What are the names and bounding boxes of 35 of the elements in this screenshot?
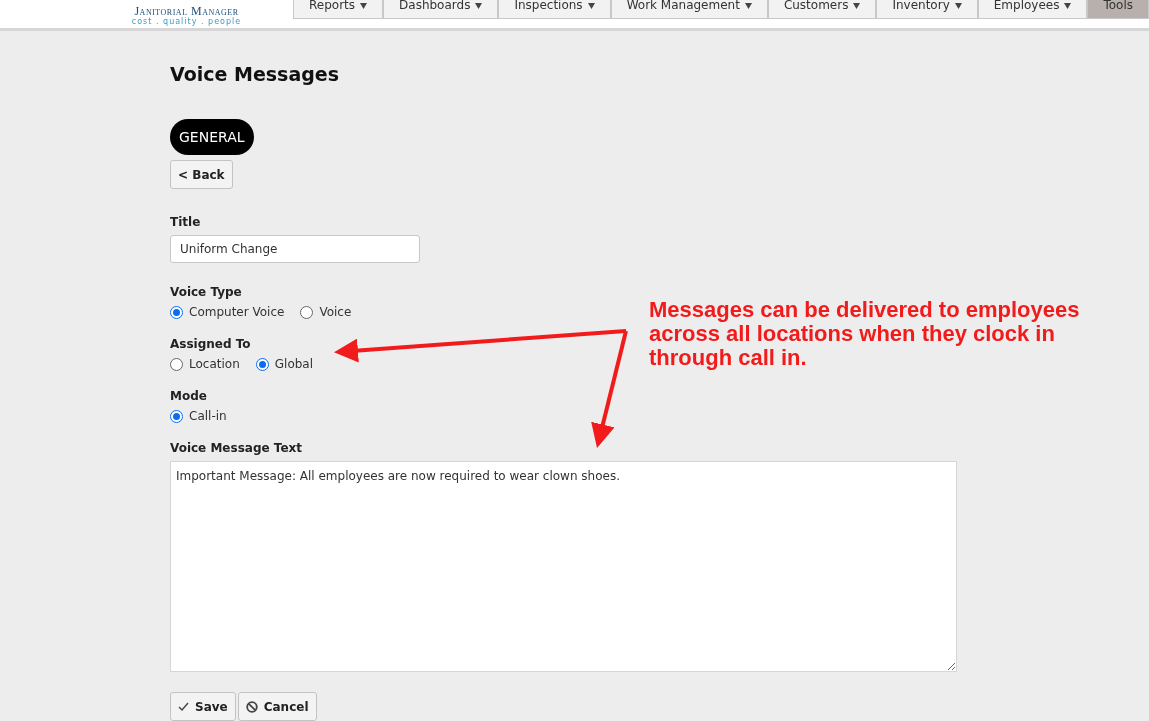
back-button[interactable]: < Back <box>170 160 233 189</box>
nav-tab[interactable]: Reports <box>293 0 384 19</box>
nav-tab[interactable]: Inventory <box>876 0 978 19</box>
radio-button[interactable] <box>255 357 269 371</box>
radio-label: Call-in <box>189 409 227 423</box>
field-label: Voice Type <box>170 284 242 301</box>
field-label: Assigned To <box>170 336 251 353</box>
radio-button[interactable] <box>300 305 314 319</box>
radio-label: Global <box>274 357 314 371</box>
nav-tab[interactable]: Dashboards <box>383 0 499 19</box>
field-label: Title <box>170 214 201 231</box>
radio-label: Computer Voice <box>189 305 285 319</box>
section-tab[interactable]: GENERAL <box>170 119 254 155</box>
field-label: Mode <box>170 388 207 405</box>
title-input[interactable]: Uniform Change <box>170 235 420 263</box>
logo-title: Janitorial Manager <box>134 5 239 17</box>
check-icon <box>178 702 189 711</box>
logo-tagline: cost . quality . people <box>131 17 242 27</box>
page-title: Voice Messages <box>170 62 340 87</box>
radio-button[interactable] <box>170 305 183 319</box>
cancel-button[interactable]: Cancel <box>237 692 317 721</box>
nav-tab[interactable]: Employees <box>977 0 1088 19</box>
radio-label: Voice <box>319 305 352 319</box>
radio-button[interactable] <box>170 357 183 371</box>
nav-tab[interactable]: Customers <box>767 0 877 19</box>
nav-tab[interactable]: Inspections <box>498 0 611 19</box>
save-button[interactable]: Save <box>170 692 236 721</box>
message-textarea[interactable]: Important Message: All employees are now required to wear clown shoes. <box>170 461 957 672</box>
nav-tab[interactable]: Work Management <box>610 0 768 19</box>
nav-tab[interactable]: Tools <box>1087 0 1149 19</box>
radio-button[interactable] <box>170 409 183 423</box>
field-label: Voice Message Text <box>170 440 302 457</box>
annotation-text: Messages can be delivered to employees across all locations when they clock in through call in. <box>649 298 1081 370</box>
radio-label: Location <box>189 357 240 371</box>
ban-icon <box>245 700 258 713</box>
